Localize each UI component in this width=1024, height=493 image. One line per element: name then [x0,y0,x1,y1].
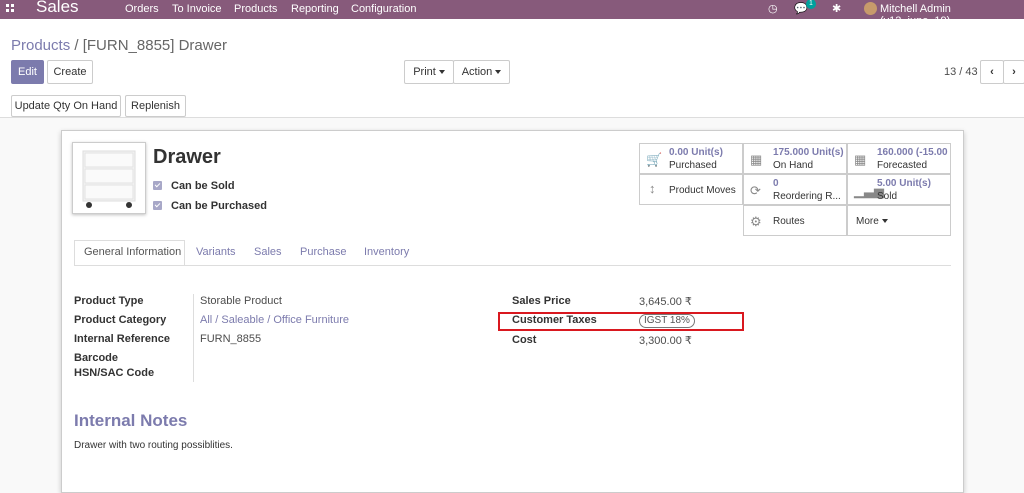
on-hand-label: On Hand [773,160,814,171]
chevron-right-icon: › [1012,66,1016,78]
chat-badge: 1 [806,0,816,9]
cost-label: Cost [512,334,537,346]
reordering-value: 0 [773,178,779,189]
tab-divider [74,265,951,266]
action-button[interactable]: Action [453,60,510,84]
pager-next-button[interactable]: › [1003,60,1024,84]
drawer-cabinet-image [82,150,136,208]
sold-value: 5.00 Unit(s) [877,178,931,189]
field-separator [193,294,194,382]
sales-price-label: Sales Price [512,295,571,307]
product-type-value: Storable Product [200,295,282,307]
smart-button-reordering[interactable]: ⟳ 0 Reordering R... [743,174,847,205]
can-be-sold-checkbox[interactable] [153,181,162,190]
tab-variants[interactable]: Variants [196,246,236,258]
app-name[interactable]: Sales [36,0,79,17]
building-icon: ▦ [750,152,763,167]
update-qty-on-hand-button[interactable]: Update Qty On Hand [11,95,121,117]
purchased-value: 0.00 Unit(s) [669,147,723,158]
smart-button-purchased[interactable]: 🛒 0.00 Unit(s) Purchased [639,143,743,174]
action-label: Action [461,66,493,78]
can-be-purchased-checkbox[interactable] [153,201,162,210]
menu-orders[interactable]: Orders [125,3,159,15]
customer-tax-tag: IGST 18% [639,314,695,328]
breadcrumb-current: [FURN_8855] Drawer [82,37,227,54]
top-navbar: Sales Orders To Invoice Products Reporti… [0,0,1024,27]
refresh-icon: ⟳ [750,183,761,198]
smart-button-on-hand[interactable]: ▦ 175.000 Unit(s) On Hand [743,143,847,174]
tab-sales[interactable]: Sales [254,246,282,258]
arrows-v-icon: ↕ [649,181,656,196]
tab-inventory[interactable]: Inventory [364,246,409,258]
on-hand-value: 175.000 Unit(s) [773,147,844,158]
internal-reference-label: Internal Reference [74,333,170,345]
purchased-label: Purchased [669,160,717,171]
menu-reporting[interactable]: Reporting [291,3,339,15]
forecasted-label: Forecasted [877,160,928,171]
product-category-link[interactable]: All / Saleable / Office Furniture [200,314,349,326]
product-category-label: Product Category [74,314,167,326]
control-panel [0,19,1024,94]
print-button[interactable]: Print [404,60,454,84]
customer-taxes-label: Customer Taxes [512,314,597,326]
edit-button[interactable]: Edit [11,60,44,84]
internal-notes-heading: Internal Notes [74,411,188,430]
cart-icon: 🛒 [646,152,663,167]
bug-icon[interactable]: ✱ [832,2,841,15]
avatar[interactable] [864,2,877,15]
menu-products[interactable]: Products [234,3,277,15]
cost-value: 3,300.00 ₹ [639,335,692,347]
apps-grid-icon[interactable] [6,4,15,13]
smart-button-product-moves[interactable]: ↕ Product Moves [639,174,743,205]
breadcrumb-products[interactable]: Products [11,37,70,54]
breadcrumb: Products / [FURN_8855] Drawer [11,37,227,54]
menu-to-invoice[interactable]: To Invoice [172,3,222,15]
print-label: Print [413,66,436,78]
tab-purchase[interactable]: Purchase [300,246,346,258]
menu-configuration[interactable]: Configuration [351,3,416,15]
product-image[interactable] [72,142,146,214]
hsn-sac-code-label: HSN/SAC Code [74,367,155,379]
sales-price-value: 3,645.00 ₹ [639,296,692,308]
can-be-sold-label: Can be Sold [171,180,235,192]
product-name: Drawer [153,146,221,168]
internal-reference-value: FURN_8855 [200,333,262,345]
product-moves-label: Product Moves [669,185,736,196]
internal-notes-text: Drawer with two routing possiblities. [74,440,233,451]
smart-button-forecasted[interactable]: ▦ 160.000 (-15.00 Forecasted [847,143,951,174]
forecasted-value: 160.000 (-15.00 [877,147,948,158]
replenish-button[interactable]: Replenish [125,95,186,117]
more-label: More [856,216,929,227]
smart-button-more[interactable]: More [847,205,951,236]
pager-previous-button[interactable]: ‹ [980,60,1004,84]
can-be-purchased-label: Can be Purchased [171,200,267,212]
reordering-label: Reordering R... [773,191,841,202]
product-type-label: Product Type [74,295,144,307]
breadcrumb-separator: / [74,37,79,54]
chevron-left-icon: ‹ [990,66,994,78]
smart-button-sold[interactable]: ▁▃▅ 5.00 Unit(s) Sold [847,174,951,205]
sold-label: Sold [877,191,898,202]
activity-clock-icon[interactable]: ◷ [768,2,778,15]
smart-button-routes[interactable]: ⚙ Routes [743,205,847,236]
pager-value[interactable]: 13 / 43 [944,66,978,78]
routes-label: Routes [773,216,805,227]
cogs-icon: ⚙ [750,214,762,229]
barcode-label: Barcode [74,352,119,364]
building-icon: ▦ [854,152,867,167]
create-button[interactable]: Create [47,60,93,84]
tab-general-information[interactable]: General Information [84,246,181,258]
